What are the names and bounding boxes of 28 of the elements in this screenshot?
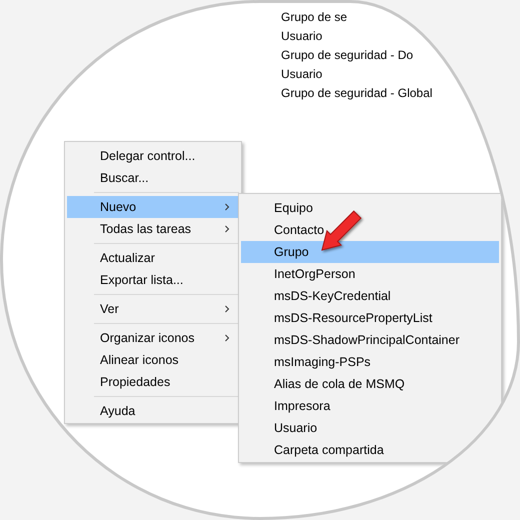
menu-item[interactable]: Grupo — [241, 241, 499, 263]
menu-item[interactable]: Propiedades — [67, 371, 239, 393]
menu-item[interactable]: InetOrgPerson — [241, 263, 499, 285]
menu-item[interactable]: msImaging-PSPs — [241, 351, 499, 373]
menu-item[interactable]: Actualizar — [67, 247, 239, 269]
menu-item[interactable]: Impresora — [241, 395, 499, 417]
menu-item[interactable]: Organizar iconos — [67, 327, 239, 349]
list-entry: Grupo de seguridad - Global — [281, 85, 432, 102]
menu-item[interactable]: Usuario — [241, 417, 499, 439]
menu-item[interactable]: Todas las tareas — [67, 218, 239, 240]
menu-item[interactable]: Alinear iconos — [67, 349, 239, 371]
menu-item[interactable]: Carpeta compartida — [241, 439, 499, 461]
list-entry: Usuario — [281, 28, 322, 45]
list-entry: Grupo de seguridad - Do — [281, 47, 414, 64]
menu-item[interactable]: Ver — [67, 298, 239, 320]
menu-item[interactable]: Delegar control... — [67, 145, 239, 167]
menu-item[interactable]: msDS-KeyCredential — [241, 285, 499, 307]
menu-item[interactable]: Exportar lista... — [67, 269, 239, 291]
menu-item[interactable]: msDS-ShadowPrincipalContainer — [241, 329, 499, 351]
menu-item[interactable]: msDS-ResourcePropertyList — [241, 307, 499, 329]
menu-item[interactable]: Contacto — [241, 219, 499, 241]
menu-item[interactable]: Ayuda — [67, 400, 239, 422]
list-entry: Grupo de se — [281, 9, 348, 26]
menu-item[interactable]: Buscar... — [67, 167, 239, 189]
list-entry: Usuario — [281, 66, 322, 83]
menu-item[interactable]: Nuevo — [67, 196, 239, 218]
menu-item[interactable]: Equipo — [241, 197, 499, 219]
menu-item[interactable]: Alias de cola de MSMQ — [241, 373, 499, 395]
